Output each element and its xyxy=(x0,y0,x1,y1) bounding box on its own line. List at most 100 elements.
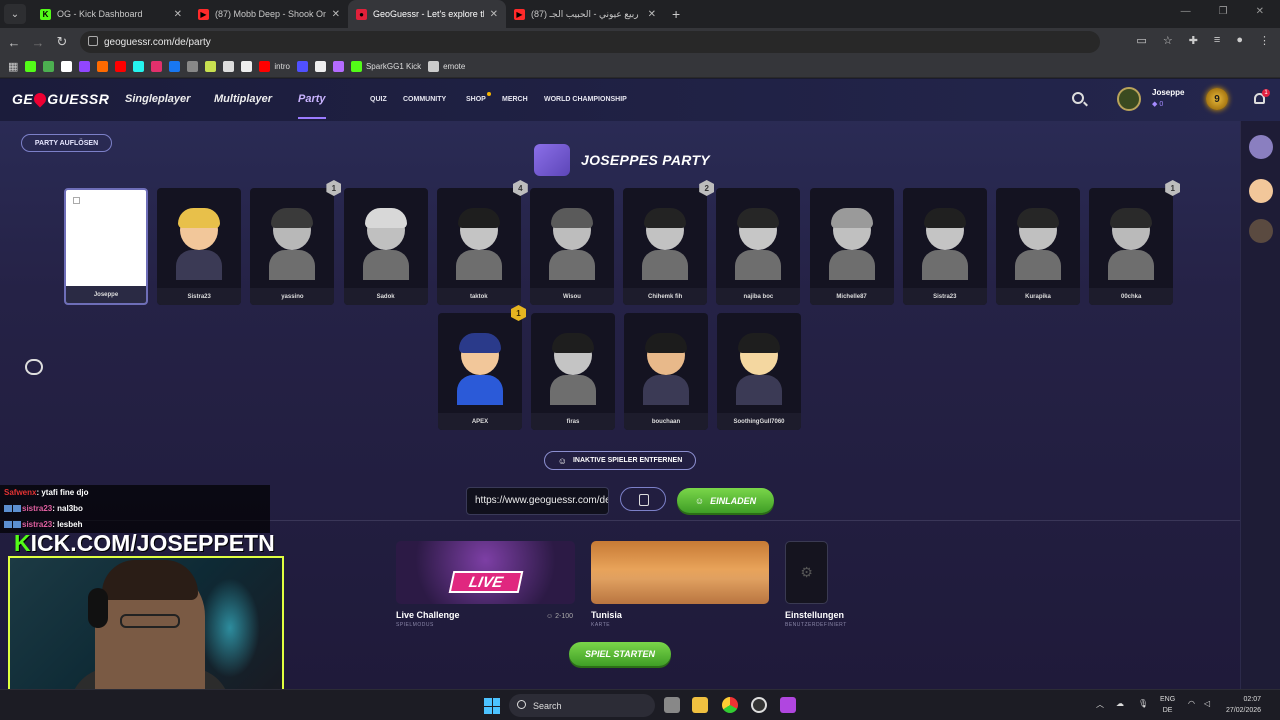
bookmark-item[interactable] xyxy=(223,60,235,74)
party-member-card[interactable]: APEX xyxy=(438,313,522,430)
search-icon[interactable] xyxy=(1072,92,1084,104)
close-window-icon[interactable]: ✕ xyxy=(1256,6,1264,17)
reading-list-icon[interactable]: ≡ xyxy=(1214,34,1220,47)
party-member-card[interactable]: 00chka xyxy=(1089,188,1174,305)
bookmark-item[interactable] xyxy=(314,60,326,74)
bookmark-item[interactable] xyxy=(25,60,37,74)
close-tab-icon[interactable]: ✕ xyxy=(332,9,340,20)
back-icon[interactable]: ← xyxy=(2,35,26,50)
tab-search-button[interactable]: ⌄ xyxy=(4,4,26,24)
bookmark-item[interactable] xyxy=(332,60,344,74)
nav-party[interactable]: Party xyxy=(298,93,326,105)
chat-icon[interactable] xyxy=(25,359,43,375)
file-explorer-icon[interactable] xyxy=(692,697,708,713)
party-member-card[interactable]: Joseppe xyxy=(64,188,148,305)
bookmark-item[interactable]: SparkGG1 Kick xyxy=(350,60,421,74)
nav-singleplayer[interactable]: Singleplayer xyxy=(125,93,190,105)
geoguessr-logo[interactable]: GE GUESSR xyxy=(12,90,109,108)
reload-icon[interactable]: ↻ xyxy=(50,34,74,50)
map-thumbnail[interactable] xyxy=(591,541,769,604)
nav-merch[interactable]: MERCH xyxy=(502,96,528,103)
windows-start-icon[interactable] xyxy=(484,698,500,714)
language-indicator[interactable]: ENG DE xyxy=(1160,694,1175,716)
bookmark-item[interactable]: intro xyxy=(259,60,290,74)
taskbar-search[interactable]: Search xyxy=(509,694,655,717)
apps-grid-icon[interactable]: ▦ xyxy=(8,60,18,74)
party-member-card[interactable]: taktok xyxy=(436,188,521,305)
site-info-icon[interactable] xyxy=(88,36,98,46)
bookmark-item[interactable] xyxy=(115,60,127,74)
party-member-card[interactable]: Sistra23 xyxy=(157,188,242,305)
minimize-icon[interactable]: — xyxy=(1181,6,1191,17)
party-member-card[interactable]: yassino xyxy=(250,188,335,305)
task-view-icon[interactable] xyxy=(664,697,680,713)
bookmark-item[interactable] xyxy=(205,60,217,74)
extensions-icon[interactable]: ✚ xyxy=(1189,34,1198,47)
map-title[interactable]: Tunisia xyxy=(591,610,622,620)
restore-icon[interactable]: ❐ xyxy=(1219,6,1228,17)
bookmark-item[interactable] xyxy=(187,60,199,74)
close-tab-icon[interactable]: ✕ xyxy=(490,9,498,20)
obs-icon[interactable] xyxy=(751,697,767,713)
game-mode-title[interactable]: Live Challenge xyxy=(396,610,460,620)
wifi-icon[interactable]: ◠ xyxy=(1188,699,1195,708)
bookmark-item[interactable] xyxy=(296,60,308,74)
settings-title[interactable]: Einstellungen xyxy=(785,610,844,620)
start-game-button[interactable]: SPIEL STARTEN xyxy=(569,642,671,666)
party-member-card[interactable]: bouchaan xyxy=(624,313,708,430)
disband-party-button[interactable]: PARTY AUFLÖSEN xyxy=(21,134,112,152)
bookmark-star-icon[interactable]: ☆ xyxy=(1163,34,1173,47)
level-badge[interactable]: 9 xyxy=(1206,88,1228,110)
nav-shop[interactable]: SHOP xyxy=(466,96,486,103)
copy-link-button[interactable] xyxy=(620,487,666,511)
browser-tab[interactable]: K OG - Kick Dashboard ✕ xyxy=(32,0,190,28)
party-member-card[interactable]: Sadok xyxy=(343,188,428,305)
cast-icon[interactable]: ▭ xyxy=(1136,34,1146,47)
party-member-card[interactable]: Chihemk fih xyxy=(623,188,708,305)
friend-avatar[interactable] xyxy=(1249,219,1273,243)
party-member-card[interactable]: Kurapika xyxy=(996,188,1080,305)
bookmark-item[interactable]: emote xyxy=(428,60,465,74)
browser-tab[interactable]: ▶ (87) Mobb Deep - Shook Ones ✕ xyxy=(190,0,348,28)
url-input[interactable]: geoguessr.com/de/party xyxy=(80,31,1100,53)
user-name[interactable]: Joseppe xyxy=(1152,88,1184,97)
forward-icon[interactable]: → xyxy=(26,35,50,50)
bookmark-item[interactable] xyxy=(133,60,145,74)
browser-tab[interactable]: ▶ (87) ربيع عيوني - الحبيب الجـ ✕ xyxy=(506,0,664,28)
invite-button[interactable]: ☺ EINLADEN xyxy=(677,488,774,513)
party-member-card[interactable]: Sistra23 xyxy=(902,188,987,305)
tray-app-icon[interactable]: ☁ xyxy=(1116,699,1124,708)
browser-tab[interactable]: ● GeoGuessr - Let's explore the w ✕ xyxy=(348,0,506,28)
party-member-card[interactable]: SoothingGull7060 xyxy=(717,313,801,430)
bookmark-item[interactable] xyxy=(79,60,91,74)
profile-icon[interactable]: ● xyxy=(1236,34,1243,47)
party-member-card[interactable]: Wisou xyxy=(530,188,614,305)
close-tab-icon[interactable]: ✕ xyxy=(174,9,182,20)
party-member-card[interactable]: najiba boc xyxy=(716,188,801,305)
remove-inactive-players-button[interactable]: ☺ INAKTIVE SPIELER ENTFERNEN xyxy=(544,451,696,470)
bookmark-item[interactable] xyxy=(61,60,73,74)
more-menu-icon[interactable]: ⋮ xyxy=(1259,34,1270,47)
volume-icon[interactable]: ◁ xyxy=(1204,699,1210,708)
settings-thumbnail[interactable]: ⚙ xyxy=(785,541,828,604)
user-avatar[interactable] xyxy=(1117,87,1141,111)
bookmark-item[interactable] xyxy=(43,60,55,74)
game-mode-thumbnail[interactable]: LIVE xyxy=(396,541,575,604)
nav-quiz[interactable]: QUIZ xyxy=(370,96,387,103)
bookmark-item[interactable] xyxy=(241,60,253,74)
invite-link-field[interactable]: https://www.geoguessr.com/de/party xyxy=(466,487,609,515)
taskbar-clock[interactable]: 02:07 27/02/2026 xyxy=(1226,694,1261,716)
party-member-card[interactable]: Michelle87 xyxy=(809,188,894,305)
friend-avatar[interactable] xyxy=(1249,135,1273,159)
bookmark-item[interactable] xyxy=(169,60,181,74)
friend-avatar[interactable] xyxy=(1249,179,1273,203)
bookmark-item[interactable] xyxy=(97,60,109,74)
close-tab-icon[interactable]: ✕ xyxy=(648,9,656,20)
nav-multiplayer[interactable]: Multiplayer xyxy=(214,93,272,105)
party-member-card[interactable]: firas xyxy=(531,313,615,430)
tray-chevron-icon[interactable]: ︿ xyxy=(1096,699,1104,710)
chrome-icon[interactable] xyxy=(722,697,738,713)
nav-community[interactable]: COMMUNITY xyxy=(403,96,446,103)
app-icon[interactable] xyxy=(780,697,796,713)
mic-icon[interactable]: 🎙 xyxy=(1138,699,1148,708)
